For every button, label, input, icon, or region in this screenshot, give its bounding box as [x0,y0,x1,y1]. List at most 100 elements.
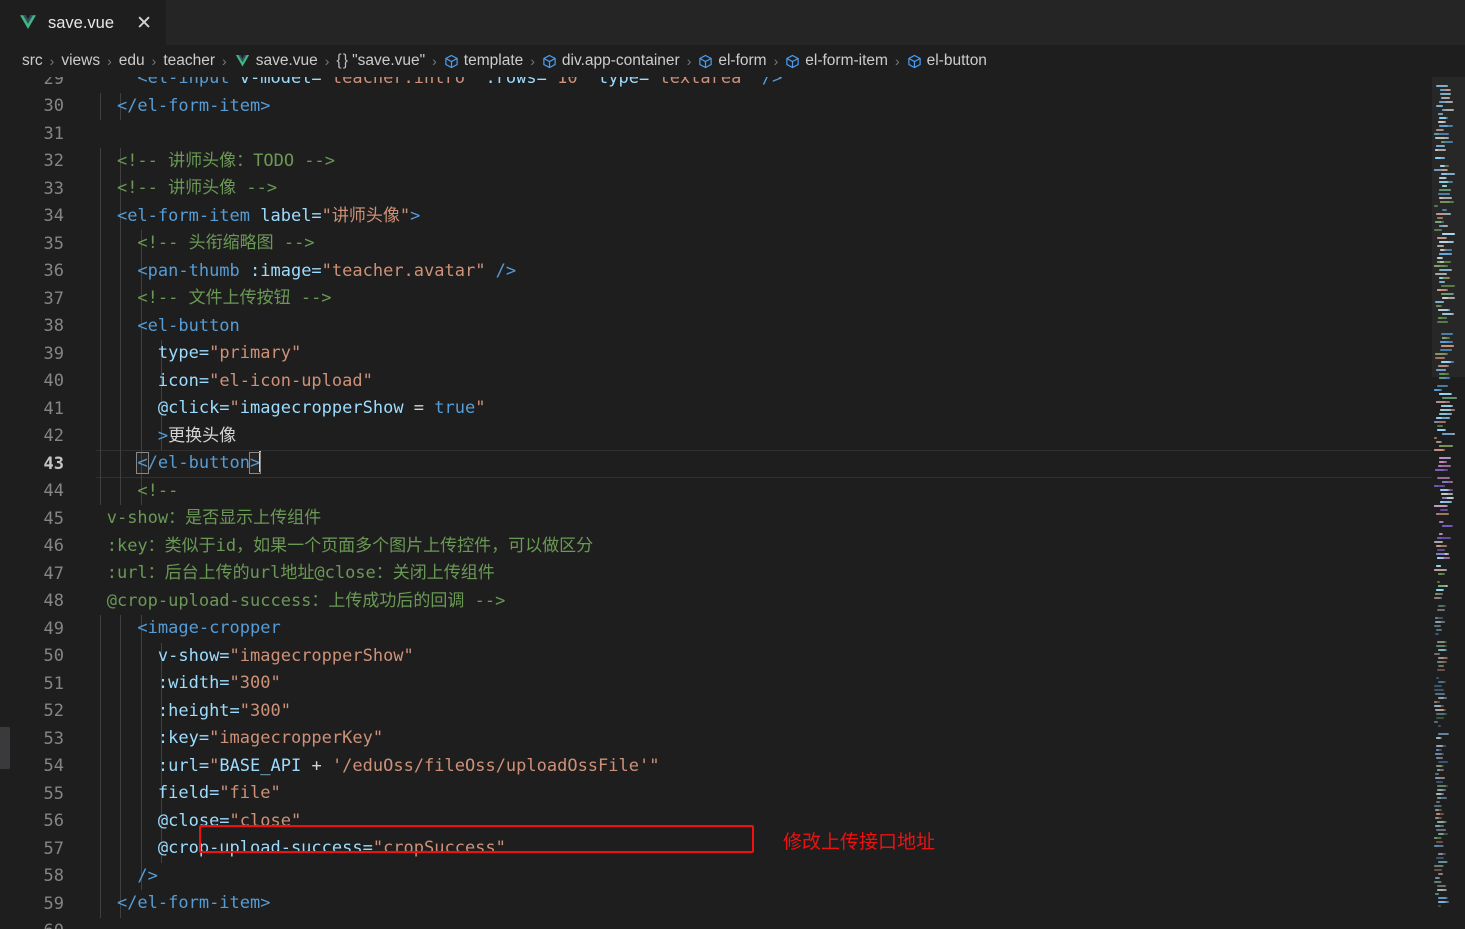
breadcrumb-item-el-button[interactable]: el-button [907,52,987,70]
minimap-line [1442,313,1454,315]
minimap-line [1438,121,1447,123]
code-line[interactable]: 49 <image-cropper [0,615,1432,643]
minimap[interactable] [1432,77,1465,929]
code-line[interactable]: 50 v-show="imagecropperShow" [0,642,1432,671]
token-attr: :width= [157,673,230,693]
line-number: 30 [43,96,64,117]
code-text: <image-cropper [76,615,280,643]
minimap-line [1437,557,1441,559]
breadcrumb-item-div-app-container[interactable]: div.app-container [542,52,680,70]
minimap-line [1435,357,1445,359]
minimap-line [1438,309,1449,311]
token-attr: v-model= [239,77,322,88]
minimap-line [1434,625,1442,627]
code-line[interactable]: 59 </el-form-item> [0,890,1432,918]
minimap-line [1435,221,1441,223]
code-line[interactable]: 54 :url="BASE_API + '/eduOss/fileOss/upl… [0,752,1432,780]
token-punc [76,646,158,666]
breadcrumb-item-el-form-item[interactable]: el-form-item [785,52,888,70]
line-number: 52 [43,701,64,722]
line-number: 59 [43,893,64,914]
minimap-line [1439,521,1443,523]
code-text: v-show="imagecropperShow" [76,643,414,671]
code-line[interactable]: 30 </el-form-item> [0,92,1432,120]
code-line[interactable]: 29 <el-input v-model="teacher.intro" :ro… [0,77,1432,93]
tab-save-vue[interactable]: save.vue ✕ [0,0,167,45]
breadcrumb-item-src[interactable]: src [22,52,43,70]
minimap-line [1439,269,1452,271]
token-tag: /> [137,865,158,886]
breadcrumb-item-save-vue[interactable]: save.vue [234,52,318,70]
minimap-line [1436,841,1443,843]
code-line[interactable]: 60 [0,918,1432,929]
bracket-match: < [136,452,149,474]
code-line[interactable]: 39 type="primary" [0,340,1432,368]
minimap-line [1437,217,1443,219]
minimap-line [1439,117,1447,119]
breadcrumb-item-teacher[interactable]: teacher [163,52,215,70]
code-line[interactable]: 33 <!-- 讲师头像 --> [0,175,1432,203]
code-line[interactable]: 47 :url：后台上传的url地址@close：关闭上传组件 [0,560,1432,588]
code-lines-container[interactable]: 29 <el-input v-model="teacher.intro" :ro… [0,77,1432,929]
breadcrumb-separator: › [530,53,535,69]
breadcrumb-separator: › [894,53,900,69]
code-line[interactable]: 58 /> [0,862,1432,891]
code-line[interactable]: 46 :key：类似于id，如果一个页面多个图片上传控件，可以做区分 [0,533,1432,561]
code-text: <pan-thumb :image="teacher.avatar" /> [76,258,516,286]
code-line[interactable]: 34 <el-form-item label="讲师头像"> [0,202,1432,230]
code-text: :key="imagecropperKey" [76,725,383,753]
breadcrumb-item-edu[interactable]: edu [119,52,145,70]
token-str: "close" [229,810,302,831]
code-text: /> [76,863,158,891]
code-line[interactable]: 37 <!-- 文件上传按钮 --> [0,285,1432,313]
minimap-line [1435,149,1446,151]
code-line[interactable]: 48 @crop-upload-success：上传成功后的回调 --> [0,588,1432,616]
code-line[interactable]: 41 @click="imagecropperShow = true" [0,395,1432,423]
minimap-line [1442,337,1451,339]
code-line[interactable]: 40 icon="el-icon-upload" [0,367,1432,395]
minimap-line [1435,137,1450,139]
code-line[interactable]: 52 :height="300" [0,697,1432,725]
code-line[interactable]: 42 >更换头像 [0,422,1432,450]
token-punc [76,206,117,226]
code-line[interactable]: 38 <el-button [0,312,1432,340]
breadcrumb-item-views[interactable]: views [61,52,100,70]
minimap-line [1436,545,1448,547]
code-line[interactable]: 56 @close="close" [0,807,1432,835]
breadcrumb-item-template[interactable]: template [444,52,523,70]
active-line-highlight [96,450,1432,478]
code-line[interactable]: 43 </el-button> [0,450,1432,478]
minimap-line [1436,213,1448,215]
minimap-line [1435,753,1445,755]
token-attr: :image= [250,260,322,281]
close-icon[interactable]: ✕ [134,14,154,33]
minimap-line [1437,477,1450,479]
code-line[interactable]: 35 <!-- 头衔缩略图 --> [0,230,1432,258]
code-line[interactable]: 51 :width="300" [0,670,1432,698]
editor-tab-bar: save.vue ✕ [0,0,1465,45]
symbol-cube-icon [785,54,800,69]
breadcrumb-item--save-vue-[interactable]: { } "save.vue" [336,52,425,70]
code-line[interactable]: 55 field="file" [0,780,1432,808]
breadcrumb-item-label: el-form [718,52,767,69]
minimap-slider[interactable] [1432,77,1465,377]
code-line[interactable]: 32 <!-- 讲师头像：TODO --> [0,147,1432,175]
line-number: 40 [43,371,64,392]
token-str: "讲师头像" [321,205,411,226]
minimap-line [1437,257,1443,259]
code-line[interactable]: 53 :key="imagecropperKey" [0,725,1432,753]
minimap-line [1436,857,1444,859]
code-editor[interactable]: 29 <el-input v-model="teacher.intro" :ro… [0,77,1465,929]
minimap-line [1434,389,1443,391]
token-tag: /> [751,77,783,88]
code-line[interactable]: 36 <pan-thumb :image="teacher.avatar" /> [0,257,1432,286]
minimap-line [1437,321,1448,323]
code-line[interactable]: 57 @crop-upload-success="cropSuccess" [0,835,1432,863]
breadcrumb-separator: › [432,53,437,69]
breadcrumb-item-el-form[interactable]: el-form [698,52,767,70]
token-punc [76,728,158,748]
code-line[interactable]: 44 <!-- [0,477,1432,505]
line-number: 33 [43,178,64,199]
code-line[interactable]: 45 v-show：是否显示上传组件 [0,505,1432,533]
code-line[interactable]: 31 [0,120,1432,148]
